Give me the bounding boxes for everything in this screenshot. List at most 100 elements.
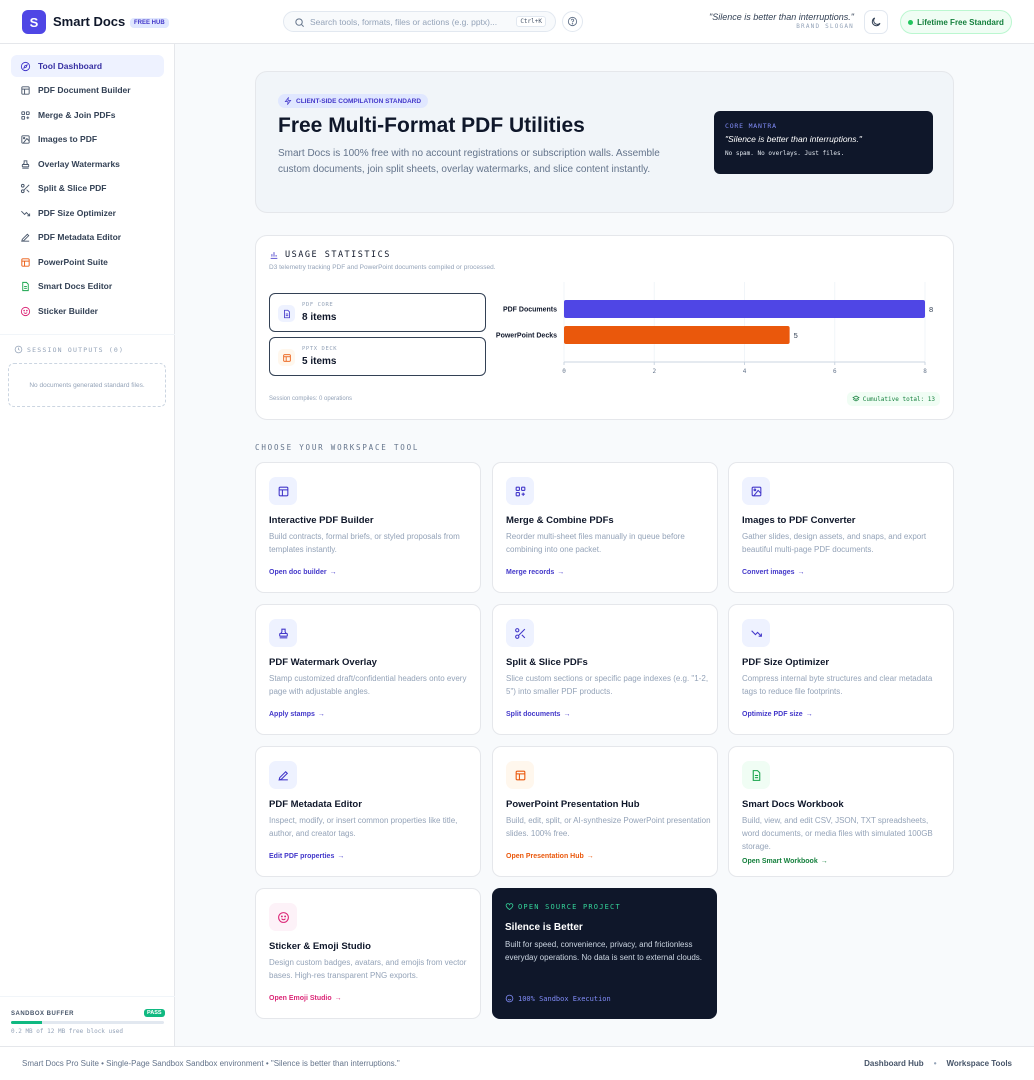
tool-link[interactable]: Open Smart Workbook → [742, 858, 828, 865]
tool-link[interactable]: Convert images → [742, 569, 805, 576]
sidebar-item-sticker-builder[interactable]: Sticker Builder [11, 300, 164, 322]
buffer-progress-fill [11, 1021, 42, 1024]
tool-link[interactable]: Apply stamps → [269, 711, 325, 718]
core-mantra-card: CORE MANTRA "Silence is better than inte… [714, 111, 933, 174]
heart-icon [505, 903, 514, 910]
hero-subtitle: Smart Docs is 100% free with no account … [278, 148, 660, 175]
tool-link[interactable]: Split documents → [506, 711, 570, 718]
sidebar-item-size-optimizer[interactable]: PDF Size Optimizer [11, 202, 164, 224]
help-icon [567, 16, 578, 27]
chart-tick-label: 6 [833, 368, 837, 375]
tool-link-label: Open Presentation Hub [506, 853, 584, 860]
brand-name[interactable]: Smart Docs [53, 14, 125, 29]
stat-card-pdf[interactable]: PDF CORE 8 items [269, 293, 486, 332]
sidebar-item-overlay-watermarks[interactable]: Overlay Watermarks [11, 153, 164, 175]
sidebar-item-metadata-editor[interactable]: PDF Metadata Editor [11, 226, 164, 248]
promo-title: Silence is Better [505, 922, 583, 933]
sidebar-item-label: Sticker Builder [38, 306, 98, 316]
footer-link-workspace-tools[interactable]: Workspace Tools [947, 1059, 1013, 1068]
tool-card-powerpoint[interactable]: PowerPoint Presentation Hub Build, edit,… [492, 746, 718, 877]
tool-card-metadata[interactable]: PDF Metadata Editor Inspect, modify, or … [255, 746, 481, 877]
tool-link[interactable]: Open Presentation Hub → [506, 853, 594, 860]
tool-title: PowerPoint Presentation Hub [506, 799, 640, 810]
tool-card-merge[interactable]: Merge & Combine PDFs Reorder multi-sheet… [492, 462, 718, 593]
tool-card-images-to-pdf[interactable]: Images to PDF Converter Gather slides, d… [728, 462, 954, 593]
chart-tick-label: 0 [562, 368, 566, 375]
tool-description: Compress internal byte structures and cl… [742, 674, 933, 696]
sidebar-item-label: Merge & Join PDFs [38, 110, 116, 120]
logo[interactable]: S [22, 10, 46, 34]
search-input[interactable] [310, 15, 510, 29]
tool-link-label: Edit PDF properties [269, 853, 335, 860]
tool-link-label: Optimize PDF size [742, 711, 803, 718]
sandbox-buffer: SANDBOX BUFFER PASS 0.2 MB of 12 MB free… [0, 996, 175, 1046]
file-text-icon [742, 761, 770, 789]
sidebar-item-powerpoint-suite[interactable]: PowerPoint Suite [11, 251, 164, 273]
usage-bar-chart: 0 2 4 6 8 PDF Documents 8 PowerPoint Decks 5 [496, 282, 933, 375]
sidebar-item-label: Images to PDF [38, 134, 98, 144]
page-footer: Smart Docs Pro Suite • Single-Page Sandb… [0, 1046, 1034, 1080]
tool-card-pdf-builder[interactable]: Interactive PDF Builder Build contracts,… [255, 462, 481, 593]
arrow-right-icon: → [586, 853, 594, 860]
merge-icon [506, 477, 534, 505]
tool-title: Merge & Combine PDFs [506, 515, 614, 526]
hero-banner: CLIENT-SIDE COMPILATION STANDARD Free Mu… [255, 71, 954, 213]
stat-label: PPTX DECK [302, 346, 338, 352]
arrow-right-icon: → [334, 995, 342, 1002]
tool-link-label: Merge records [506, 569, 555, 576]
sidebar-item-merge-join[interactable]: Merge & Join PDFs [11, 104, 164, 126]
scissors-icon [506, 619, 534, 647]
arrow-right-icon: → [329, 569, 337, 576]
tool-card-watermark[interactable]: PDF Watermark Overlay Stamp customized d… [255, 604, 481, 735]
sidebar-item-label: PowerPoint Suite [38, 257, 108, 267]
promo-footer: 100% Sandbox Execution [505, 994, 611, 1003]
tool-title: PDF Size Optimizer [742, 657, 830, 668]
stat-card-pptx[interactable]: PPTX DECK 5 items [269, 337, 486, 376]
sidebar-item-split-slice[interactable]: Split & Slice PDF [11, 177, 164, 199]
footer-separator: • [933, 1059, 937, 1068]
tool-description: Reorder multi-sheet files manually in qu… [506, 532, 685, 554]
cumulative-total-badge: Cumulative total: 13 [846, 392, 940, 406]
search-bar[interactable]: Ctrl+K [283, 11, 556, 32]
file-icon [278, 305, 295, 322]
layers-icon [851, 395, 860, 402]
moon-icon [871, 17, 881, 27]
lifetime-badge[interactable]: Lifetime Free Standard [900, 10, 1012, 34]
brand-badge: FREE HUB [130, 18, 169, 28]
sidebar-item-label: PDF Metadata Editor [38, 232, 122, 242]
tool-card-workbook[interactable]: Smart Docs Workbook Build, view, and edi… [728, 746, 954, 877]
bar-chart-icon [270, 252, 278, 259]
tool-description: Gather slides, design assets, and snaps,… [742, 532, 927, 554]
smile-icon [269, 903, 297, 931]
sidebar-item-label: Overlay Watermarks [38, 159, 120, 169]
tool-link[interactable]: Open Emoji Studio → [269, 995, 342, 1002]
theme-toggle-button[interactable] [864, 10, 888, 34]
sidebar-item-label: Tool Dashboard [38, 61, 103, 71]
tool-description: Design custom badges, avatars, and emoji… [269, 958, 467, 980]
tool-link[interactable]: Optimize PDF size → [742, 711, 813, 718]
footer-link-dashboard-hub[interactable]: Dashboard Hub [864, 1059, 924, 1068]
sidebar-item-images-to-pdf[interactable]: Images to PDF [11, 128, 164, 150]
tool-card-sticker[interactable]: Sticker & Emoji Studio Design custom bad… [255, 888, 481, 1019]
sidebar-item-pdf-document-builder[interactable]: PDF Document Builder [11, 79, 164, 101]
tool-card-size-optimizer[interactable]: PDF Size Optimizer Compress internal byt… [728, 604, 954, 735]
help-button[interactable] [562, 11, 583, 32]
chart-bar [564, 326, 790, 344]
tool-description: Build, view, and edit CSV, JSON, TXT spr… [742, 816, 933, 851]
sidebar-item-smart-docs-editor[interactable]: Smart Docs Editor [11, 275, 164, 297]
sidebar-item-tool-dashboard[interactable]: Tool Dashboard [11, 55, 164, 77]
page-title: Free Multi-Format PDF Utilities [278, 114, 585, 137]
open-source-promo-card: OPEN SOURCE PROJECT Silence is Better Bu… [492, 888, 717, 1019]
sidebar-item-label: PDF Size Optimizer [38, 208, 116, 218]
tool-link[interactable]: Merge records → [506, 569, 564, 576]
tool-title: Sticker & Emoji Studio [269, 941, 371, 952]
smile-icon [505, 994, 514, 1003]
mantra-label: CORE MANTRA [725, 122, 777, 130]
tool-card-split[interactable]: Split & Slice PDFs Slice custom sections… [492, 604, 718, 735]
tool-link[interactable]: Edit PDF properties → [269, 853, 344, 860]
tool-link[interactable]: Open doc builder → [269, 569, 337, 576]
chart-bar [564, 300, 925, 318]
sidebar-item-label: Smart Docs Editor [38, 281, 113, 291]
file-text-icon [22, 281, 29, 291]
buffer-progress [11, 1021, 164, 1024]
